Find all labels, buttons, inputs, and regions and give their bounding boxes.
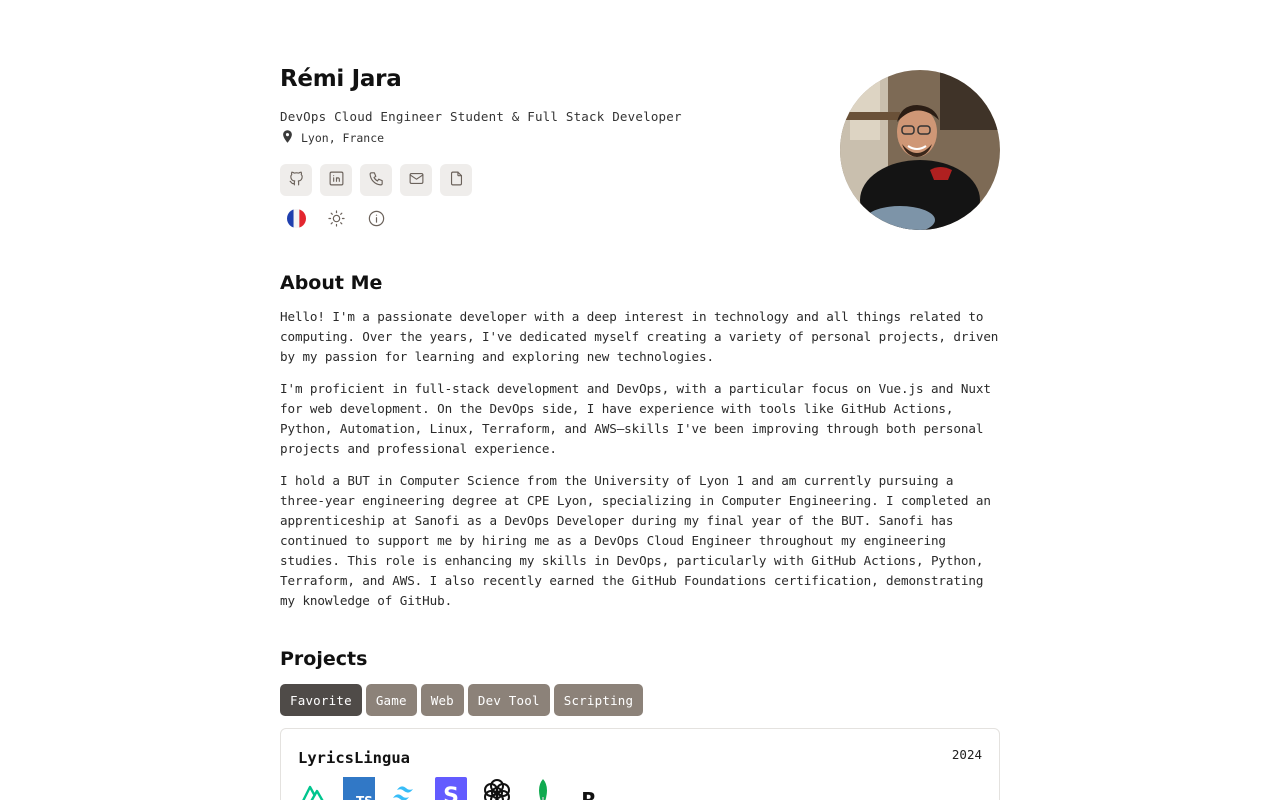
tech-stack: TS S R (297, 777, 605, 800)
about-paragraph: I hold a BUT in Computer Science from th… (280, 473, 991, 608)
linkedin-button[interactable] (320, 164, 352, 196)
phone-button[interactable] (360, 164, 392, 196)
mail-icon (408, 170, 425, 191)
france-flag-icon (286, 208, 306, 232)
phone-icon (368, 170, 385, 191)
stripe-label: S (443, 784, 459, 800)
filter-favorite[interactable]: Favorite (280, 684, 362, 716)
avatar (840, 70, 1000, 230)
filter-game[interactable]: Game (365, 684, 417, 716)
portfolio-page: Rémi Jara DevOps Cloud Engineer Student … (0, 0, 1280, 800)
about-paragraph: I'm proficient in full-stack development… (280, 381, 991, 456)
about-title: About Me (280, 272, 383, 294)
contact-links (280, 164, 472, 196)
stripe-icon: S (435, 777, 467, 800)
resume-button[interactable] (440, 164, 472, 196)
filter-scripting[interactable]: Scripting (553, 684, 644, 716)
about-body: Hello! I'm a passionate developer with a… (280, 307, 1002, 623)
linkedin-icon (328, 170, 345, 191)
sun-icon (327, 209, 346, 232)
document-icon (448, 170, 465, 191)
nuxt-icon (297, 777, 329, 800)
filter-web[interactable]: Web (420, 684, 464, 716)
typescript-label: TS (356, 794, 373, 800)
profile-location: Lyon, France (280, 129, 384, 147)
project-card[interactable]: LyricsLingua 2024 TS S R (280, 728, 1000, 800)
github-icon (288, 170, 305, 191)
github-button[interactable] (280, 164, 312, 196)
resend-icon: R (573, 777, 605, 800)
openai-icon (481, 777, 513, 800)
profile-name: Rémi Jara (280, 66, 402, 92)
mail-button[interactable] (400, 164, 432, 196)
filter-dev-tool[interactable]: Dev Tool (467, 684, 550, 716)
mongodb-icon (527, 777, 559, 800)
settings-bar (280, 204, 392, 236)
map-pin-icon (280, 129, 295, 147)
projects-title: Projects (280, 648, 368, 670)
tailwind-icon (389, 777, 421, 800)
info-button[interactable] (360, 204, 392, 236)
about-paragraph: Hello! I'm a passionate developer with a… (280, 309, 999, 364)
project-year: 2024 (951, 747, 982, 762)
project-title: LyricsLingua (298, 749, 410, 767)
profile-subtitle: DevOps Cloud Engineer Student & Full Sta… (280, 109, 682, 124)
info-icon (367, 209, 386, 232)
location-text: Lyon, France (301, 131, 385, 145)
project-filters: Favorite Game Web Dev Tool Scripting (280, 684, 644, 716)
resend-label: R (581, 788, 596, 800)
language-toggle[interactable] (280, 204, 312, 236)
typescript-icon: TS (343, 777, 375, 800)
theme-toggle[interactable] (320, 204, 352, 236)
